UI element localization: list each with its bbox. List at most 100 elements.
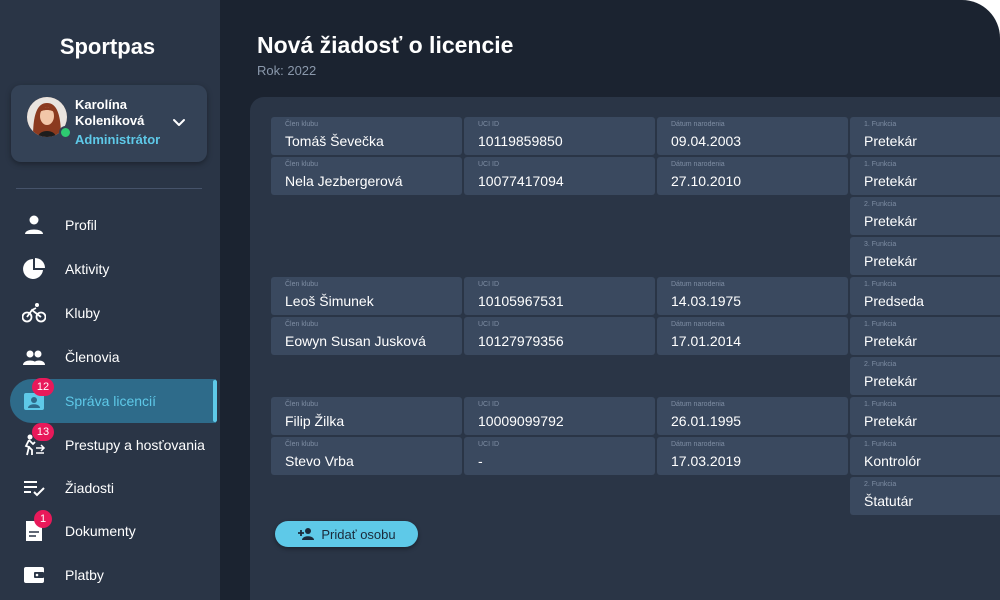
active-nav-indicator — [213, 380, 217, 422]
member-uci-cell-value: 10127979356 — [478, 333, 564, 349]
member-uci-cell-label: UCI ID — [478, 321, 499, 328]
member-function-cell-label: 2. Funkcia — [864, 361, 897, 368]
member-birth-cell: Dátum narodenia 14.03.1975 — [657, 277, 848, 315]
member-function-cell-value: Pretekár — [864, 173, 917, 189]
member-name-cell-value: Tomáš Ševečka — [285, 133, 384, 149]
member-name-cell: Člen klubu Leoš Šimunek — [271, 277, 462, 315]
member-birth-cell-value: 26.01.1995 — [671, 413, 742, 429]
member-uci-cell: UCI ID 10009099792 — [464, 397, 655, 435]
page-title: Nová žiadosť o licencie — [257, 32, 514, 58]
member-function-cell: 1. Funkcia Pretekár — [850, 117, 1000, 155]
page-subtitle: Rok: 2022 — [257, 63, 317, 78]
member-name-cell-label: Člen klubu — [285, 401, 319, 408]
sidebar-item-ziadosti[interactable]: Žiadosti — [10, 466, 216, 510]
member-function-cell-value: Pretekár — [864, 373, 917, 389]
member-uci-cell: UCI ID 10127979356 — [464, 317, 655, 355]
member-name-cell: Člen klubu Filip Žilka — [271, 397, 462, 435]
member-function-cell-value: Pretekár — [864, 413, 917, 429]
member-birth-cell-label: Dátum narodenia — [671, 161, 725, 168]
member-birth-cell-value: 09.04.2003 — [671, 133, 742, 149]
member-uci-cell-value: 10077417094 — [478, 173, 564, 189]
member-function-cell: 2. Funkcia Pretekár — [850, 197, 1000, 235]
member-function-cell-value: Pretekár — [864, 133, 917, 149]
member-function-cell-label: 1. Funkcia — [864, 161, 897, 168]
member-uci-cell-label: UCI ID — [478, 441, 499, 448]
member-birth-cell-value: 27.10.2010 — [671, 173, 742, 189]
member-birth-cell: Dátum narodenia 17.01.2014 — [657, 317, 848, 355]
member-uci-cell: UCI ID 10105967531 — [464, 277, 655, 315]
member-birth-cell: Dátum narodenia 26.01.1995 — [657, 397, 848, 435]
member-name-cell-label: Člen klubu — [285, 121, 319, 128]
sidebar-item-aktivity[interactable]: Aktivity — [10, 247, 216, 291]
notification-badge: 13 — [32, 423, 54, 441]
member-function-cell-value: Štatutár — [864, 493, 914, 509]
member-name-cell-value: Leoš Šimunek — [285, 293, 374, 309]
add-person-label: Pridať osobu — [321, 526, 396, 542]
member-function-cell-value: Kontrolór — [864, 453, 921, 469]
member-name-cell-label: Člen klubu — [285, 281, 319, 288]
member-birth-cell: Dátum narodenia 27.10.2010 — [657, 157, 848, 195]
member-function-cell: 3. Funkcia Pretekár — [850, 237, 1000, 275]
app-window: Sportpas Karolína Koleníková Administrát… — [0, 0, 1000, 600]
member-name-cell-label: Člen klubu — [285, 161, 319, 168]
member-function-cell: 1. Funkcia Predseda — [850, 277, 1000, 315]
bicycle-icon — [22, 303, 46, 323]
member-birth-cell-value: 17.01.2014 — [671, 333, 742, 349]
member-function-cell: 2. Funkcia Pretekár — [850, 357, 1000, 395]
member-name-cell: Člen klubu Stevo Vrba — [271, 437, 462, 475]
member-uci-cell-value: 10105967531 — [478, 293, 564, 309]
member-name-cell-value: Eowyn Susan Jusková — [285, 333, 426, 349]
sidebar-item-platby[interactable]: Platby — [10, 553, 216, 597]
member-uci-cell: UCI ID - — [464, 437, 655, 475]
member-function-cell-label: 1. Funkcia — [864, 401, 897, 408]
member-birth-cell-label: Dátum narodenia — [671, 321, 725, 328]
member-name-cell-label: Člen klubu — [285, 321, 319, 328]
member-uci-cell-value: 10009099792 — [478, 413, 564, 429]
sidebar-item-label: Aktivity — [65, 261, 110, 277]
member-function-cell: 1. Funkcia Pretekár — [850, 317, 1000, 355]
member-function-cell-value: Predseda — [864, 293, 924, 309]
user-role: Administrátor — [75, 132, 161, 147]
member-name-cell: Člen klubu Tomáš Ševečka — [271, 117, 462, 155]
app-logo: Sportpas — [59, 34, 156, 59]
member-function-cell: 1. Funkcia Pretekár — [850, 157, 1000, 195]
sidebar: Sportpas Karolína Koleníková Administrát… — [0, 0, 220, 600]
sidebar-item-profil[interactable]: Profil — [10, 203, 216, 247]
member-birth-cell-value: 14.03.1975 — [671, 293, 742, 309]
member-function-cell-label: 3. Funkcia — [864, 241, 897, 248]
member-function-cell-value: Pretekár — [864, 213, 917, 229]
member-name-cell-value: Stevo Vrba — [285, 453, 354, 469]
sidebar-item-label: Dokumenty — [65, 523, 136, 539]
online-status-dot — [59, 126, 72, 139]
sidebar-item-label: Kluby — [65, 305, 101, 321]
member-uci-cell: UCI ID 10119859850 — [464, 117, 655, 155]
member-function-cell-label: 2. Funkcia — [864, 481, 897, 488]
person-icon — [25, 215, 43, 234]
member-function-cell: 1. Funkcia Pretekár — [850, 397, 1000, 435]
member-function-cell-value: Pretekár — [864, 333, 917, 349]
member-function-cell: 2. Funkcia Štatutár — [850, 477, 1000, 515]
member-function-cell-label: 1. Funkcia — [864, 441, 897, 448]
notification-badge: 1 — [34, 510, 52, 528]
member-name-cell: Člen klubu Nela Jezbergerová — [271, 157, 462, 195]
notification-badge: 12 — [32, 378, 54, 396]
chevron-down-icon[interactable] — [171, 115, 187, 131]
add-person-icon — [298, 528, 315, 540]
sidebar-item-clenovia[interactable]: Členovia — [10, 335, 216, 379]
sidebar-divider — [16, 188, 202, 189]
member-birth-cell-label: Dátum narodenia — [671, 281, 725, 288]
add-person-button[interactable]: Pridať osobu — [275, 521, 418, 547]
member-name-cell: Člen klubu Eowyn Susan Jusková — [271, 317, 462, 355]
member-name-cell-value: Nela Jezbergerová — [285, 173, 403, 189]
member-uci-cell-value: - — [478, 453, 483, 469]
member-uci-cell: UCI ID 10077417094 — [464, 157, 655, 195]
wallet-icon — [24, 567, 44, 583]
pie-chart-icon — [23, 258, 45, 279]
sidebar-item-label: Správa licencií — [65, 393, 157, 409]
member-birth-cell-value: 17.03.2019 — [671, 453, 742, 469]
member-uci-cell-label: UCI ID — [478, 401, 499, 408]
member-name-cell-label: Člen klubu — [285, 441, 319, 448]
user-card[interactable]: Karolína Koleníková Administrátor — [11, 85, 207, 162]
member-function-cell-label: 1. Funkcia — [864, 121, 897, 128]
sidebar-item-kluby[interactable]: Kluby — [10, 291, 216, 335]
